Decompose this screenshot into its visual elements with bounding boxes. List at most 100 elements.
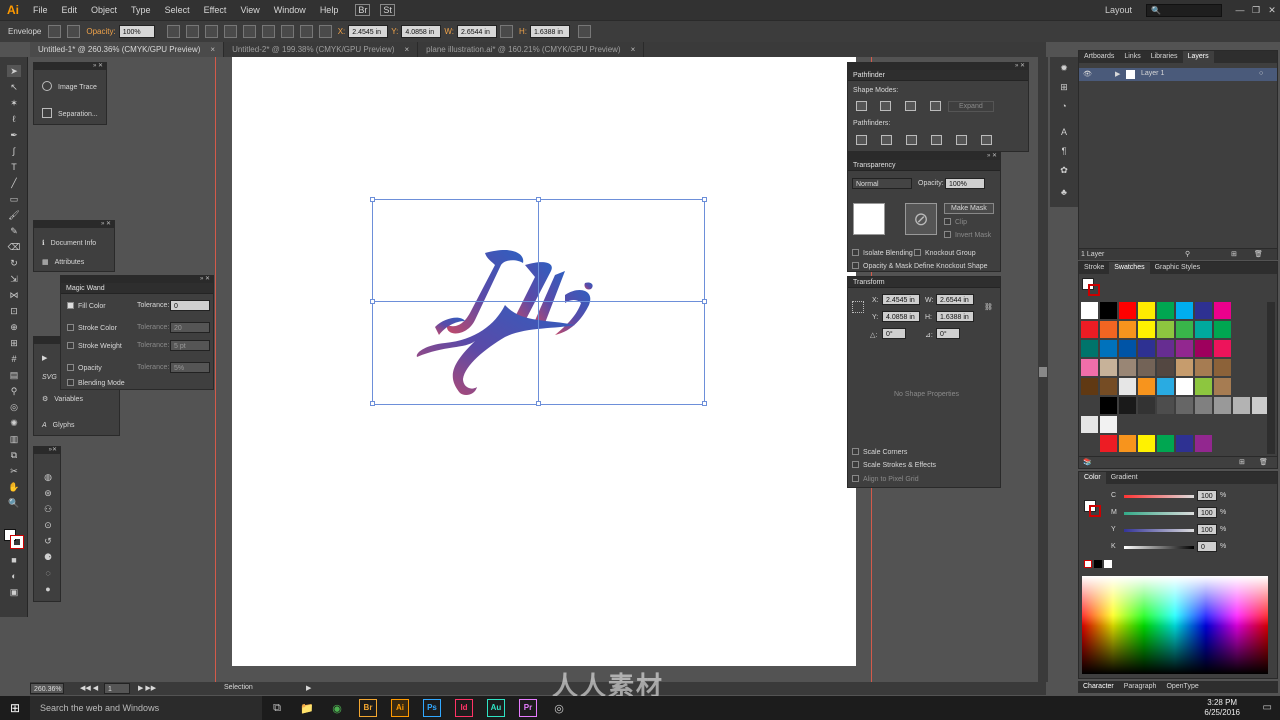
align-pixel-option[interactable]: Align to Pixel Grid	[852, 475, 919, 483]
help-search-input[interactable]: 🔍	[1146, 3, 1222, 17]
color-swatch[interactable]	[1176, 340, 1193, 357]
make-mask-button[interactable]: Make Mask	[944, 203, 994, 214]
color-swatch[interactable]	[1081, 359, 1098, 376]
media-app-icon[interactable]: ◎	[544, 702, 574, 715]
white-swatch[interactable]	[1104, 560, 1112, 568]
selection-tool-icon[interactable]: ➤	[7, 65, 21, 77]
selection-bounding-box[interactable]	[370, 197, 707, 406]
menu-select[interactable]: Select	[158, 0, 197, 20]
checkbox[interactable]	[852, 448, 859, 455]
menu-window[interactable]: Window	[267, 0, 313, 20]
symbol-styler-icon[interactable]: ●	[41, 583, 55, 595]
align-left-icon[interactable]	[204, 25, 218, 38]
clip-option[interactable]: Clip	[944, 218, 967, 226]
w-field[interactable]: 2.6544 in	[457, 25, 498, 38]
color-swatch[interactable]	[1100, 340, 1117, 357]
variables-item[interactable]: ⚙ Variables	[42, 395, 83, 403]
symbol-shifter-icon[interactable]: ⊛	[41, 487, 55, 499]
opacity-option[interactable]: Opacity	[67, 364, 102, 372]
resize-handle[interactable]	[370, 299, 375, 304]
crop-icon[interactable]	[931, 135, 942, 145]
close-tab-icon[interactable]: ×	[210, 45, 215, 54]
panel-collapse-icon[interactable]: » ✕	[34, 221, 114, 228]
resize-handle[interactable]	[702, 197, 707, 202]
layers-icon[interactable]: ⊞	[1058, 82, 1070, 94]
bridge-button[interactable]: Br	[355, 4, 371, 16]
color-swatch[interactable]	[1119, 359, 1136, 376]
mesh-tool-icon[interactable]: #	[7, 353, 21, 365]
tab-links[interactable]: Links	[1119, 51, 1145, 63]
menu-type[interactable]: Type	[124, 0, 158, 20]
color-swatch[interactable]	[1081, 378, 1098, 395]
color-swatch[interactable]	[1176, 359, 1193, 376]
trash-icon[interactable]: 🗑	[1259, 458, 1268, 466]
color-swatch[interactable]	[1138, 340, 1155, 357]
opacity-tolerance-field[interactable]: 5%	[170, 362, 210, 373]
invert-mask-option[interactable]: Invert Mask	[944, 231, 991, 239]
lasso-tool-icon[interactable]: ℓ	[7, 113, 21, 125]
cyan-slider[interactable]	[1124, 495, 1194, 498]
checkbox[interactable]	[914, 249, 921, 256]
tab-paragraph[interactable]: Paragraph	[1119, 681, 1162, 693]
minimize-button[interactable]: —	[1232, 5, 1248, 15]
symbol-scruncher-icon[interactable]: ⚇	[41, 503, 55, 515]
resize-handle[interactable]	[536, 197, 541, 202]
resize-handle[interactable]	[536, 401, 541, 406]
color-swatch[interactable]	[1176, 321, 1193, 338]
color-swatch[interactable]	[1214, 302, 1231, 319]
expand-button[interactable]: Expand	[948, 101, 994, 112]
tab-untitled-2[interactable]: Untitled-2* @ 199.38% (CMYK/GPU Preview)…	[224, 42, 419, 57]
status-arrow-icon[interactable]: ▶	[306, 684, 311, 692]
zoom-field[interactable]: 260.36%	[30, 683, 64, 694]
shear-field[interactable]: 0°	[936, 328, 960, 339]
pen-tool-icon[interactable]: ✒	[7, 129, 21, 141]
black-swatch[interactable]	[1094, 560, 1102, 568]
notifications-icon[interactable]: ▭	[1263, 702, 1272, 713]
gray-swatch[interactable]	[1138, 397, 1155, 414]
align-bottom-icon[interactable]	[299, 25, 313, 38]
brushes-icon[interactable]: ✿	[1058, 165, 1070, 177]
symbol-sizer-icon[interactable]: ⊙	[41, 519, 55, 531]
color-swatch[interactable]	[1138, 302, 1155, 319]
object-thumbnail[interactable]	[853, 203, 885, 235]
panel-collapse-icon[interactable]: »✕	[34, 447, 60, 454]
bridge-app-icon[interactable]: Br	[359, 699, 377, 717]
gray-swatch[interactable]	[1176, 397, 1193, 414]
color-swatch[interactable]	[1195, 321, 1212, 338]
layer-row[interactable]: 👁 ▶ Layer 1 ○	[1079, 68, 1277, 81]
screen-mode-icon[interactable]: ▣	[7, 586, 21, 598]
close-tab-icon[interactable]: ×	[404, 45, 409, 54]
gray-swatch[interactable]	[1100, 397, 1117, 414]
scale-tool-icon[interactable]: ⇲	[7, 273, 21, 285]
scrollbar-thumb[interactable]	[1039, 367, 1047, 377]
opacity-field[interactable]: 100%	[118, 25, 155, 38]
paragraph-icon[interactable]: ¶	[1058, 146, 1070, 158]
character-icon[interactable]: A	[1058, 127, 1070, 139]
resize-handle[interactable]	[370, 401, 375, 406]
tab-gradient[interactable]: Gradient	[1106, 472, 1143, 484]
width-tool-icon[interactable]: ⋈	[7, 289, 21, 301]
illustrator-app-icon[interactable]: Ai	[391, 699, 409, 717]
stock-button[interactable]: St	[380, 4, 395, 16]
symbol-sprayer-tool-icon[interactable]: ✺	[7, 417, 21, 429]
vertical-guide[interactable]	[215, 57, 216, 682]
color-swatch[interactable]	[1157, 378, 1174, 395]
rectangle-tool-icon[interactable]: ▭	[7, 193, 21, 205]
prev-artboard-icon[interactable]: ◀◀ ◀	[80, 684, 98, 692]
y-field[interactable]: 4.0858 in	[882, 311, 920, 322]
gray-swatch[interactable]	[1157, 397, 1174, 414]
panel-collapse-icon[interactable]: » ✕	[848, 63, 1028, 70]
magenta-field[interactable]: 100	[1197, 507, 1217, 518]
black-field[interactable]: 0	[1197, 541, 1217, 552]
color-swatch[interactable]	[1081, 340, 1098, 357]
current-tool-status[interactable]: Selection	[224, 684, 253, 691]
yellow-field[interactable]: 100	[1197, 524, 1217, 535]
curvature-tool-icon[interactable]: ∫	[7, 145, 21, 157]
merge-icon[interactable]	[906, 135, 917, 145]
align-center-icon[interactable]	[223, 25, 237, 38]
next-artboard-icon[interactable]: ▶ ▶▶	[138, 684, 156, 692]
menu-edit[interactable]: Edit	[55, 0, 85, 20]
shaper-tool-icon[interactable]: ✎	[7, 225, 21, 237]
link-icon[interactable]: ⛓	[984, 303, 993, 311]
trim-icon[interactable]	[881, 135, 892, 145]
